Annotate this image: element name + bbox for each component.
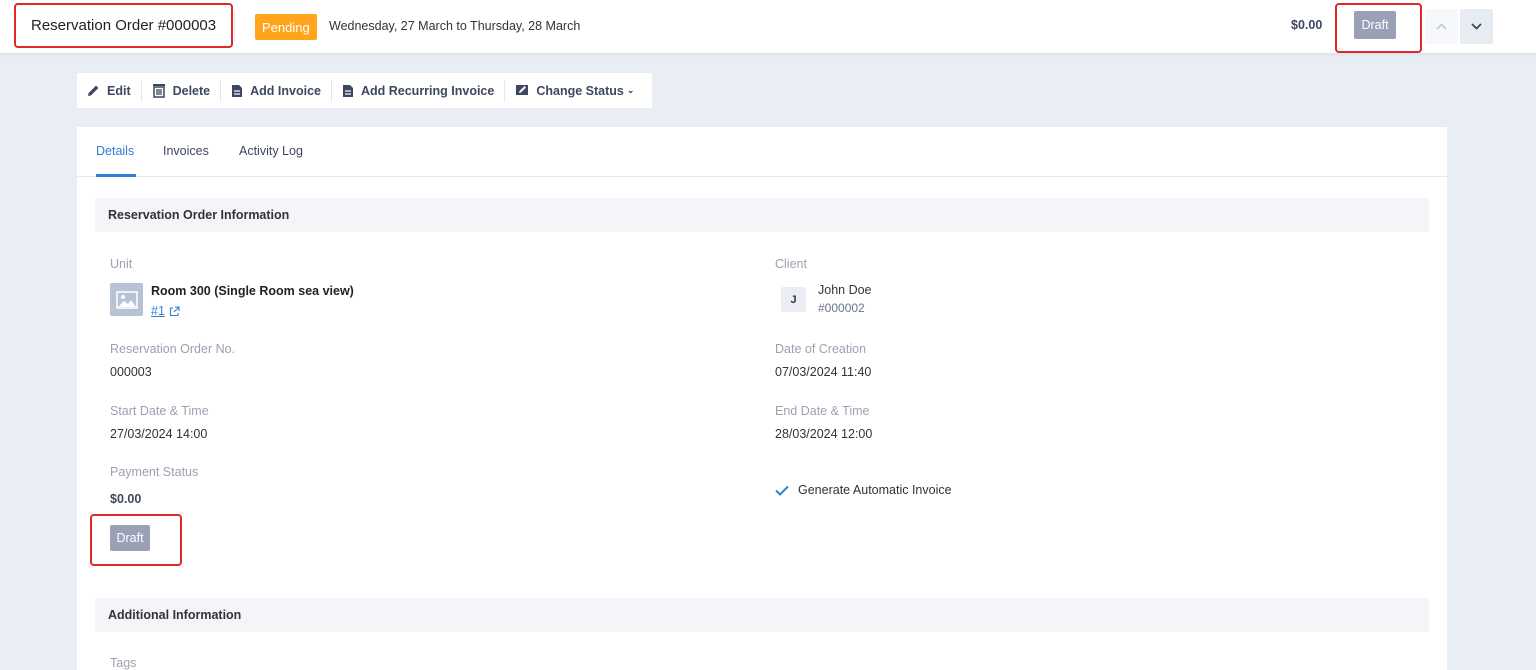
edit-box-icon [516,85,529,95]
auto-invoice-indicator: Generate Automatic Invoice [775,483,952,497]
order-no-value: 000003 [110,365,152,379]
add-invoice-button[interactable]: Add Invoice [221,79,332,102]
tab-details[interactable]: Details [96,144,134,158]
start-date-value: 27/03/2024 14:00 [110,427,208,441]
external-link-icon [169,305,180,316]
client-name[interactable]: John Doe [818,283,872,297]
edit-button[interactable]: Edit [77,79,142,102]
document-icon [232,84,243,97]
order-title: Reservation Order #000003 [14,3,234,48]
unit-link[interactable]: #1 [151,304,180,318]
image-placeholder-icon [110,283,143,316]
edit-label: Edit [107,83,131,98]
chevron-up-icon [1436,23,1447,30]
tab-bar: Details Invoices Activity Log [77,127,1447,177]
previous-button[interactable] [1425,9,1458,44]
details-panel: Details Invoices Activity Log Reservatio… [77,127,1447,670]
unit-link-text[interactable]: #1 [151,304,165,318]
next-button[interactable] [1460,9,1493,44]
top-bar: Reservation Order #000003 Pending Wednes… [0,0,1536,54]
payment-status-label: Payment Status [110,465,199,479]
client-id: #000002 [818,301,865,315]
order-amount: $0.00 [1291,18,1323,32]
start-date-label: Start Date & Time [110,404,209,418]
divider [234,11,235,41]
change-status-button[interactable]: Change Status ⌄ [505,80,644,102]
change-status-label: Change Status [536,83,624,98]
unit-name: Room 300 (Single Room sea view) [151,284,354,298]
draft-badge: Draft [1354,11,1396,39]
unit-label: Unit [110,257,133,271]
auto-invoice-label: Generate Automatic Invoice [798,483,952,497]
delete-label: Delete [172,83,211,98]
checkmark-icon [775,485,789,496]
pencil-icon [88,85,99,96]
section-title-order-info: Reservation Order Information [95,198,1429,232]
end-date-value: 28/03/2024 12:00 [775,427,873,441]
action-toolbar: Edit Delete Add Invoice Add Recurring In… [77,73,652,108]
status-badge: Pending [255,14,317,40]
end-date-label: End Date & Time [775,404,870,418]
order-no-label: Reservation Order No. [110,342,236,356]
tags-label: Tags [110,656,137,670]
chevron-down-icon [1471,23,1482,30]
section-title-additional-info: Additional Information [95,598,1429,632]
tab-activity-log[interactable]: Activity Log [239,144,303,158]
delete-button[interactable]: Delete [142,79,222,102]
payment-amount: $0.00 [110,492,142,506]
avatar: J [781,287,806,312]
add-recurring-invoice-label: Add Recurring Invoice [360,83,495,98]
creation-date-value: 07/03/2024 11:40 [775,365,872,379]
add-invoice-label: Add Invoice [250,83,321,98]
chevron-down-icon: ⌄ [626,85,635,95]
add-recurring-invoice-button[interactable]: Add Recurring Invoice [332,79,506,102]
tab-invoices[interactable]: Invoices [163,144,209,158]
document-icon [342,84,353,97]
trash-icon [152,84,165,98]
date-range: Wednesday, 27 March to Thursday, 28 Marc… [329,19,581,33]
active-tab-indicator [96,174,136,177]
client-label: Client [775,257,807,271]
creation-date-label: Date of Creation [775,342,867,356]
payment-status-badge: Draft [110,525,150,551]
